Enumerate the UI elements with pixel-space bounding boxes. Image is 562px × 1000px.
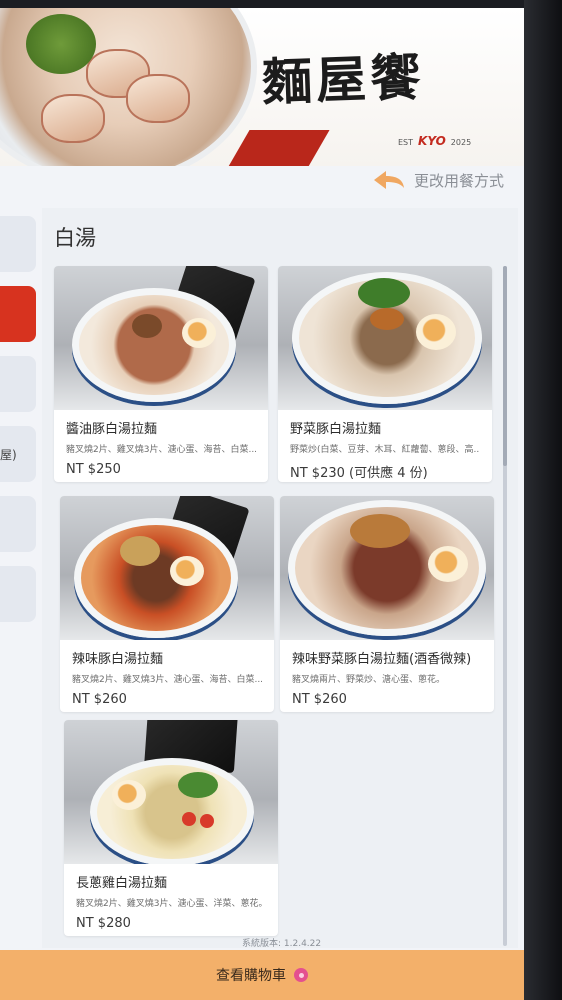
category-tab[interactable] (0, 496, 36, 552)
change-dining-button[interactable]: 更改用餐方式 (372, 166, 504, 194)
menu-item-desc: 野菜炒(白菜、豆芽、木耳、紅蘿蔔、蔥段、高... (290, 445, 480, 455)
back-arrow-icon (372, 169, 406, 191)
section-title: 白湯 (54, 226, 96, 250)
menu-item-photo (54, 266, 268, 410)
menu-item-photo (64, 720, 278, 864)
menu-item-name: 辣味野菜豚白湯拉麵(酒香微辣) (292, 652, 472, 667)
menu-item-card[interactable]: 辣味野菜豚白湯拉麵(酒香微辣) 豬叉燒兩片、野菜炒、溏心蛋、蔥花。 NT $26… (280, 496, 494, 712)
menu-item-card[interactable]: 長蔥雞白湯拉麵 豬叉燒2片、雞叉燒3片、溏心蛋、洋菜、蔥花。 NT $280 (64, 720, 278, 936)
category-tab-label: 屋) (0, 448, 17, 462)
menu-item-photo (60, 496, 274, 640)
banner-ramen-photo (0, 8, 257, 166)
menu-item-desc: 豬叉燒2片、雞叉燒3片、溏心蛋、海苔、白菜... (66, 445, 256, 455)
menu-item-card[interactable]: 醬油豚白湯拉麵 豬叉燒2片、雞叉燒3片、溏心蛋、海苔、白菜... NT $250 (54, 266, 268, 482)
menu-item-card[interactable]: 辣味豚白湯拉麵 豬叉燒2片、雞叉燒3片、溏心蛋、海苔、白菜... NT $260 (60, 496, 274, 712)
menu-item-name: 長蔥雞白湯拉麵 (76, 876, 168, 891)
brand-banner: 麵屋饗 EST KYO 2025 (0, 8, 524, 166)
menu-item-price: NT $280 (76, 916, 131, 931)
menu-item-name: 醬油豚白湯拉麵 (66, 422, 158, 437)
category-tab-active[interactable] (0, 286, 36, 342)
brand-subline: EST KYO 2025 (398, 134, 471, 148)
menu-item-photo (278, 266, 492, 410)
menu-item-photo (280, 496, 494, 640)
category-tab[interactable] (0, 356, 36, 412)
menu-content: 白湯 醬油豚白湯拉麵 豬叉燒2片、雞叉燒3片、溏心蛋、海苔、白菜... NT $… (42, 208, 518, 949)
category-tab[interactable] (0, 566, 36, 622)
menu-item-price: NT $260 (72, 692, 127, 707)
menu-item-desc: 豬叉燒2片、雞叉燒3片、溏心蛋、洋菜、蔥花。 (76, 899, 266, 909)
category-tab[interactable] (0, 216, 36, 272)
menu-item-desc: 豬叉燒兩片、野菜炒、溏心蛋、蔥花。 (292, 675, 446, 685)
device-bezel (524, 0, 562, 1000)
kiosk-screen: 麵屋饗 EST KYO 2025 更改用餐方式 屋) 白湯 醬油豚白湯拉麵 豬叉… (0, 8, 524, 1000)
menu-item-price: NT $230 (可供應 4 份) (290, 466, 428, 481)
view-cart-button[interactable]: 查看購物車 (0, 950, 524, 1000)
menu-item-price: NT $260 (292, 692, 347, 707)
menu-item-desc: 豬叉燒2片、雞叉燒3片、溏心蛋、海苔、白菜... (72, 675, 262, 685)
view-cart-label: 查看購物車 (216, 968, 286, 984)
brand-name-latin: KYO (418, 134, 446, 148)
cart-badge-icon (294, 968, 308, 982)
brand-logo: 麵屋饗 (261, 47, 426, 112)
banner-red-stripe (226, 130, 330, 166)
menu-item-name: 辣味豚白湯拉麵 (72, 652, 164, 667)
menu-item-price: NT $250 (66, 462, 121, 477)
scrollbar-thumb[interactable] (503, 266, 507, 466)
change-dining-label: 更改用餐方式 (414, 171, 505, 190)
menu-item-name: 野菜豚白湯拉麵 (290, 422, 382, 437)
brand-est: EST (398, 138, 414, 147)
category-tab[interactable]: 屋) (0, 426, 36, 482)
brand-year: 2025 (450, 138, 472, 147)
menu-item-card[interactable]: 野菜豚白湯拉麵 野菜炒(白菜、豆芽、木耳、紅蘿蔔、蔥段、高... NT $230… (278, 266, 492, 482)
system-version: 系統版本: 1.2.4.22 (242, 939, 322, 949)
